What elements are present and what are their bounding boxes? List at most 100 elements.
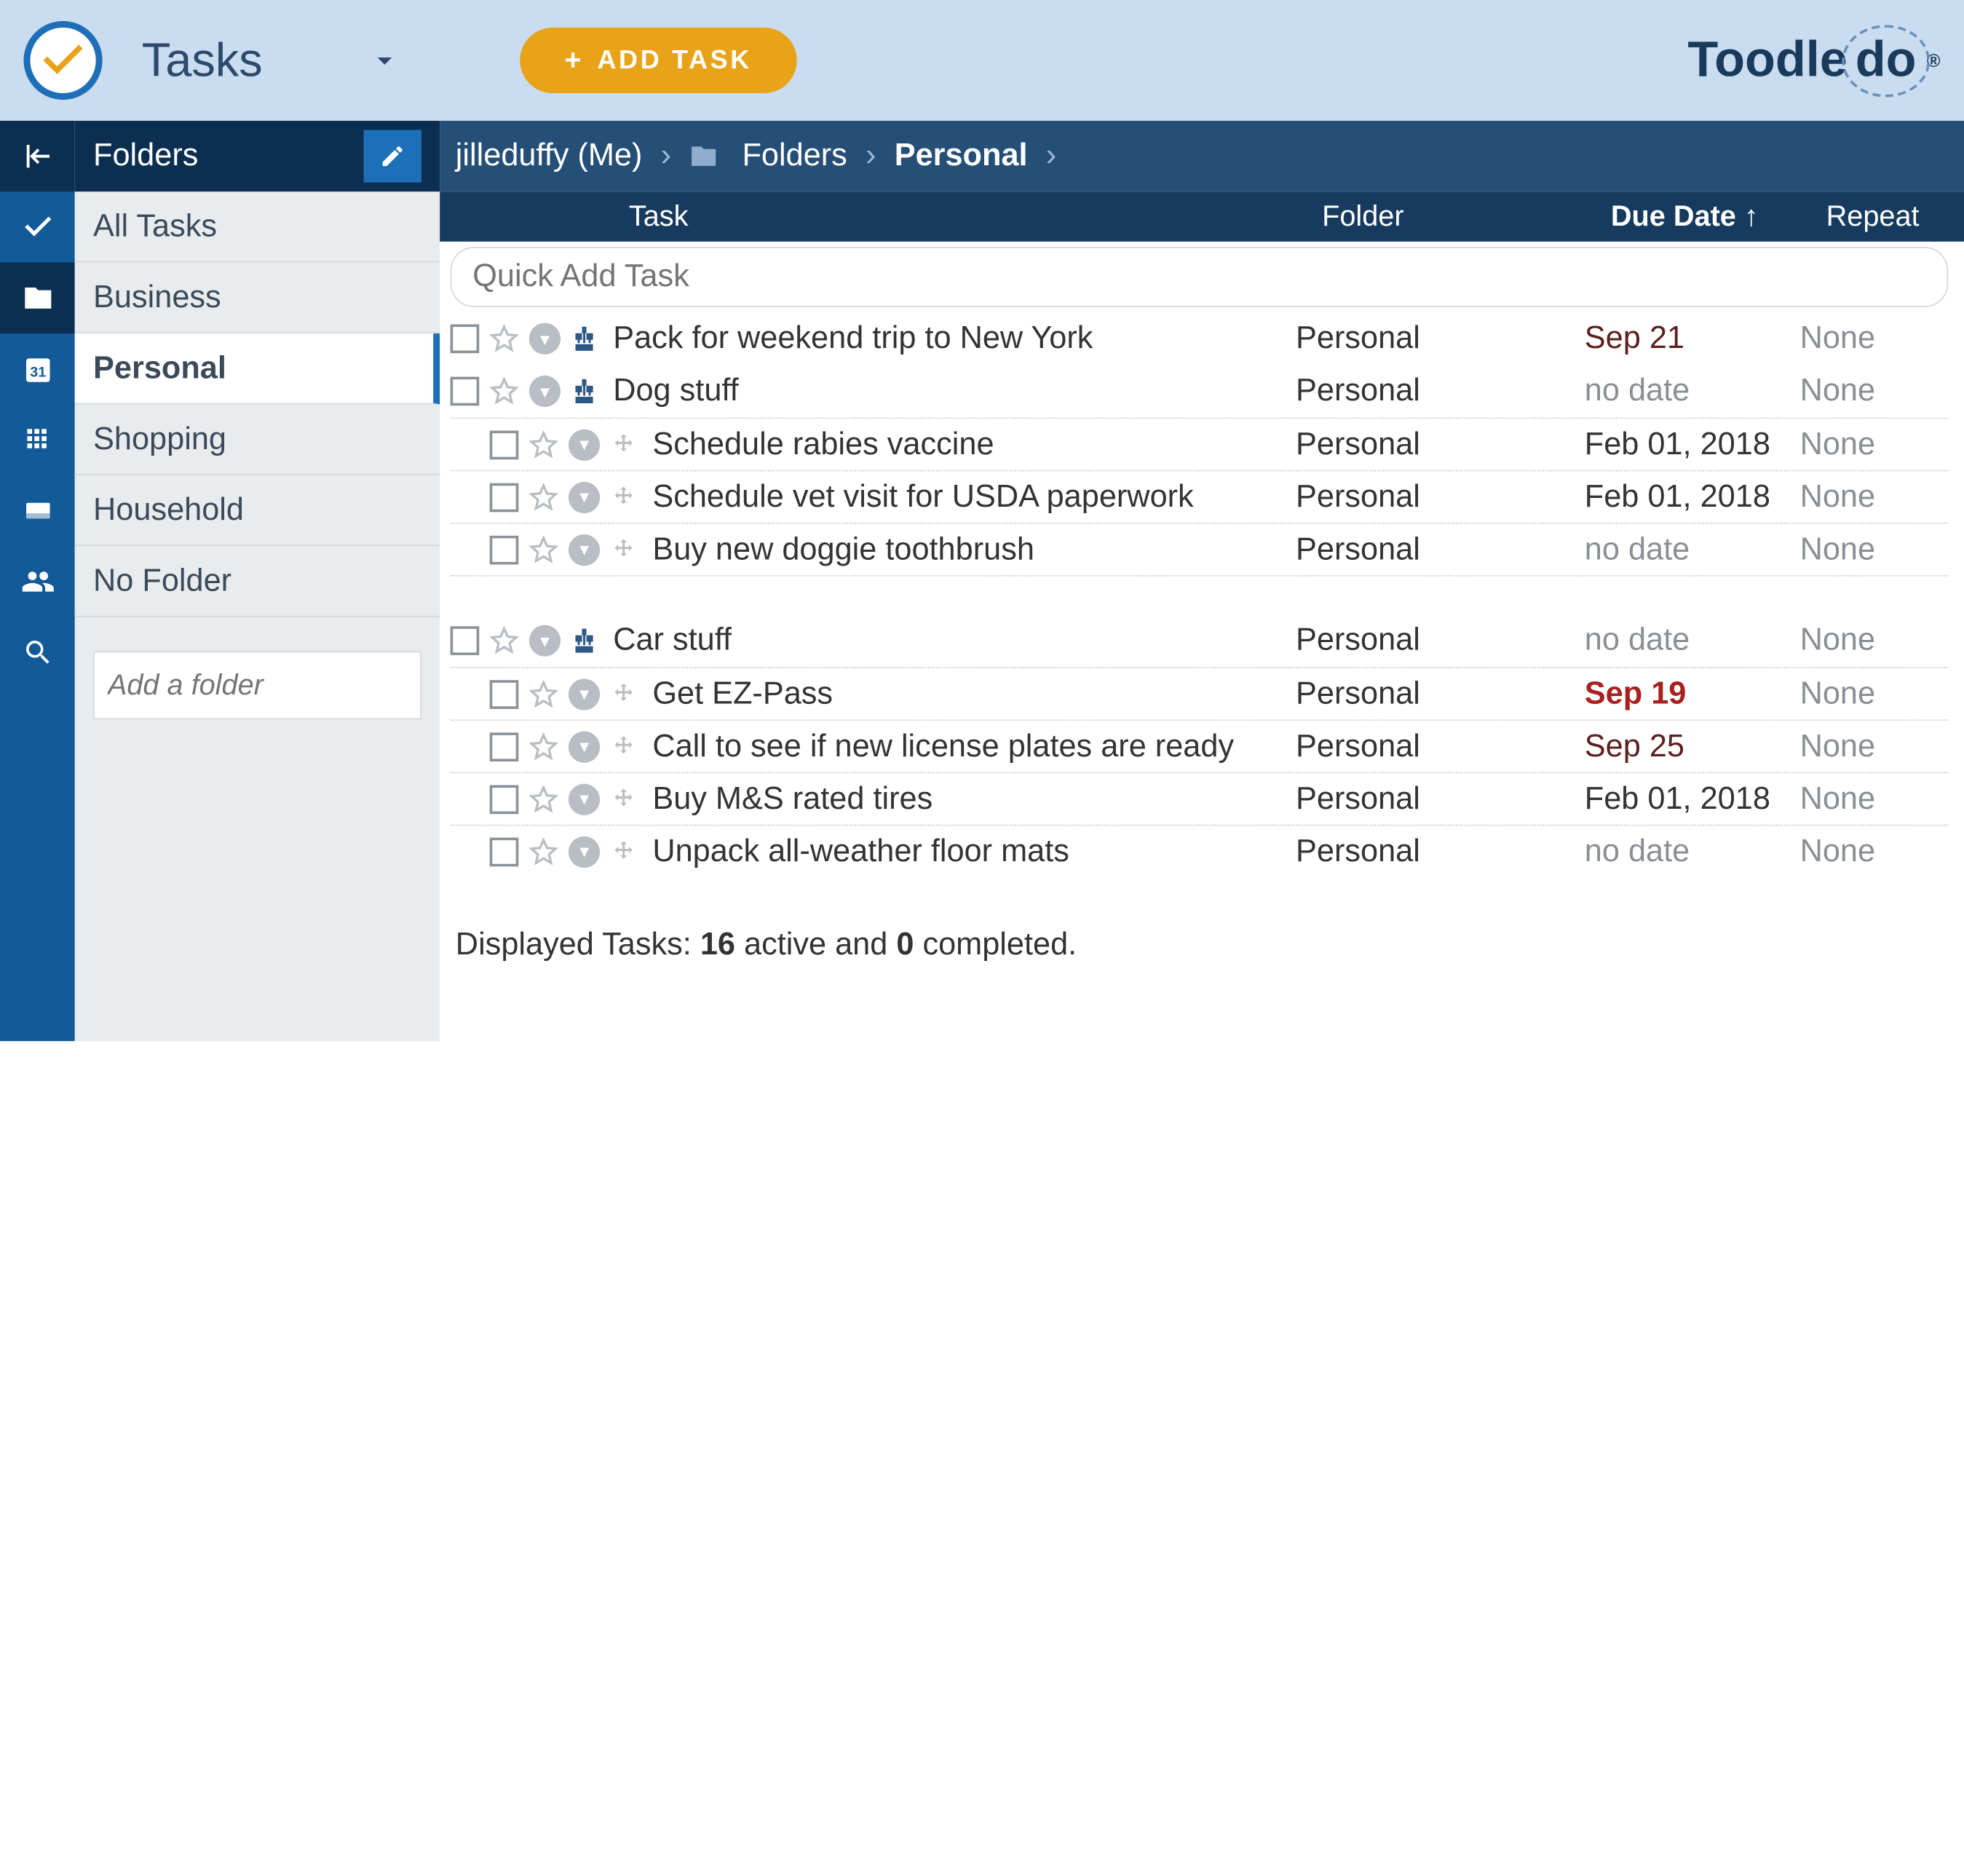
rail-calendar[interactable]: 31 bbox=[0, 333, 75, 404]
task-due-date[interactable]: Feb 01, 2018 bbox=[1585, 780, 1800, 817]
rail-search[interactable] bbox=[0, 617, 75, 688]
task-folder[interactable]: Personal bbox=[1296, 478, 1585, 515]
column-repeat[interactable]: Repeat bbox=[1826, 199, 1964, 234]
task-checkbox[interactable] bbox=[490, 837, 519, 866]
task-title[interactable]: Call to see if new license plates are re… bbox=[652, 728, 1296, 764]
task-row[interactable]: ▾Dog stuffPersonalno dateNone bbox=[451, 365, 1949, 417]
expand-icon[interactable]: ▾ bbox=[569, 731, 600, 762]
star-icon[interactable] bbox=[490, 324, 521, 353]
task-folder[interactable]: Personal bbox=[1296, 833, 1585, 869]
subtask-tree-icon[interactable] bbox=[571, 378, 603, 404]
task-folder[interactable]: Personal bbox=[1296, 320, 1585, 357]
column-folder[interactable]: Folder bbox=[1322, 199, 1611, 234]
task-repeat[interactable]: None bbox=[1800, 728, 1875, 764]
column-due-date[interactable]: Due Date ↑ bbox=[1611, 199, 1826, 234]
edit-folders-button[interactable] bbox=[364, 130, 421, 183]
task-due-date[interactable]: no date bbox=[1585, 622, 1800, 659]
task-checkbox[interactable] bbox=[490, 679, 519, 708]
task-folder[interactable]: Personal bbox=[1296, 676, 1585, 712]
move-icon[interactable] bbox=[611, 484, 642, 510]
star-icon[interactable] bbox=[529, 679, 561, 708]
task-row[interactable]: ▾Get EZ-PassPersonalSep 19None bbox=[451, 667, 1949, 719]
task-folder[interactable]: Personal bbox=[1296, 426, 1585, 462]
sidebar-item-business[interactable]: Business bbox=[75, 263, 440, 333]
task-repeat[interactable]: None bbox=[1800, 780, 1875, 817]
subtask-tree-icon[interactable] bbox=[571, 628, 603, 654]
task-title[interactable]: Schedule vet visit for USDA paperwork bbox=[652, 478, 1296, 515]
star-icon[interactable] bbox=[490, 377, 521, 406]
task-repeat[interactable]: None bbox=[1800, 622, 1875, 659]
column-task[interactable]: Task bbox=[440, 199, 1322, 234]
task-folder[interactable]: Personal bbox=[1296, 531, 1585, 568]
task-title[interactable]: Buy M&S rated tires bbox=[652, 780, 1296, 817]
rail-folders[interactable] bbox=[0, 263, 75, 333]
move-icon[interactable] bbox=[611, 681, 642, 707]
breadcrumb-current[interactable]: Personal bbox=[895, 138, 1028, 174]
task-checkbox[interactable] bbox=[490, 732, 519, 761]
task-folder[interactable]: Personal bbox=[1296, 622, 1585, 659]
task-due-date[interactable]: no date bbox=[1585, 531, 1800, 568]
task-title[interactable]: Unpack all-weather floor mats bbox=[652, 833, 1296, 869]
task-title[interactable]: Dog stuff bbox=[613, 373, 1296, 409]
star-icon[interactable] bbox=[529, 483, 561, 512]
task-checkbox[interactable] bbox=[451, 377, 480, 406]
task-repeat[interactable]: None bbox=[1800, 676, 1875, 712]
task-due-date[interactable]: Sep 25 bbox=[1585, 728, 1800, 764]
task-checkbox[interactable] bbox=[490, 535, 519, 564]
task-folder[interactable]: Personal bbox=[1296, 728, 1585, 764]
expand-icon[interactable]: ▾ bbox=[529, 625, 561, 656]
task-title[interactable]: Buy new doggie toothbrush bbox=[652, 531, 1296, 568]
sidebar-item-no-folder[interactable]: No Folder bbox=[75, 546, 440, 617]
app-menu-chevron[interactable] bbox=[368, 44, 402, 78]
task-checkbox[interactable] bbox=[490, 785, 519, 814]
star-icon[interactable] bbox=[529, 785, 561, 814]
rail-collapse[interactable] bbox=[0, 121, 75, 191]
sidebar-item-household[interactable]: Household bbox=[75, 475, 440, 546]
move-icon[interactable] bbox=[611, 785, 642, 812]
rail-grid[interactable] bbox=[0, 404, 75, 475]
star-icon[interactable] bbox=[529, 837, 561, 866]
expand-icon[interactable]: ▾ bbox=[569, 836, 600, 867]
task-row[interactable]: ▾Schedule rabies vaccinePersonalFeb 01, … bbox=[451, 418, 1949, 470]
quick-add-input[interactable] bbox=[451, 247, 1949, 307]
star-icon[interactable] bbox=[490, 626, 521, 655]
task-repeat[interactable]: None bbox=[1800, 833, 1875, 869]
task-row[interactable]: ▾ Call to see if new license plates are r… bbox=[451, 719, 1949, 772]
move-icon[interactable] bbox=[611, 537, 642, 563]
rail-people[interactable] bbox=[0, 546, 75, 617]
sidebar-item-all-tasks[interactable]: All Tasks bbox=[75, 191, 440, 262]
expand-icon[interactable]: ▾ bbox=[529, 376, 561, 407]
task-repeat[interactable]: None bbox=[1800, 426, 1875, 462]
task-title[interactable]: Schedule rabies vaccine bbox=[652, 426, 1296, 462]
task-repeat[interactable]: None bbox=[1800, 320, 1875, 357]
task-repeat[interactable]: None bbox=[1800, 373, 1875, 409]
move-icon[interactable] bbox=[611, 839, 642, 865]
task-row[interactable]: ▾ Buy new doggie toothbrushPersonalno dat… bbox=[451, 523, 1949, 575]
task-row[interactable]: ▾ Pack for weekend trip to New YorkPerson… bbox=[451, 312, 1949, 365]
task-due-date[interactable]: Sep 21 bbox=[1585, 320, 1800, 357]
rail-tasks[interactable] bbox=[0, 191, 75, 262]
task-title[interactable]: Pack for weekend trip to New York bbox=[613, 320, 1296, 357]
breadcrumb-user[interactable]: jilleduffy (Me) bbox=[456, 138, 643, 174]
move-icon[interactable] bbox=[611, 431, 642, 457]
task-row[interactable]: ▾Car stuffPersonalno dateNone bbox=[451, 614, 1949, 667]
task-due-date[interactable]: Sep 19 bbox=[1585, 676, 1800, 712]
task-checkbox[interactable] bbox=[490, 483, 519, 512]
task-folder[interactable]: Personal bbox=[1296, 780, 1585, 817]
expand-icon[interactable]: ▾ bbox=[569, 534, 600, 565]
task-repeat[interactable]: None bbox=[1800, 478, 1875, 515]
rail-card[interactable] bbox=[0, 475, 75, 546]
task-title[interactable]: Get EZ-Pass bbox=[652, 676, 1296, 712]
move-icon[interactable] bbox=[611, 733, 642, 759]
sidebar-item-personal[interactable]: Personal bbox=[75, 333, 440, 404]
breadcrumb-folders[interactable]: Folders bbox=[742, 138, 847, 174]
task-checkbox[interactable] bbox=[451, 324, 480, 353]
task-checkbox[interactable] bbox=[451, 626, 480, 655]
task-row[interactable]: ▾Schedule vet visit for USDA paperworkPe… bbox=[451, 470, 1949, 523]
expand-icon[interactable]: ▾ bbox=[569, 429, 600, 460]
expand-icon[interactable]: ▾ bbox=[569, 783, 600, 815]
star-icon[interactable] bbox=[529, 732, 561, 761]
expand-icon[interactable]: ▾ bbox=[529, 323, 561, 355]
task-repeat[interactable]: None bbox=[1800, 531, 1875, 568]
task-row[interactable]: ▾ Buy M&S rated tiresPersonalFeb 01, 2018… bbox=[451, 772, 1949, 824]
